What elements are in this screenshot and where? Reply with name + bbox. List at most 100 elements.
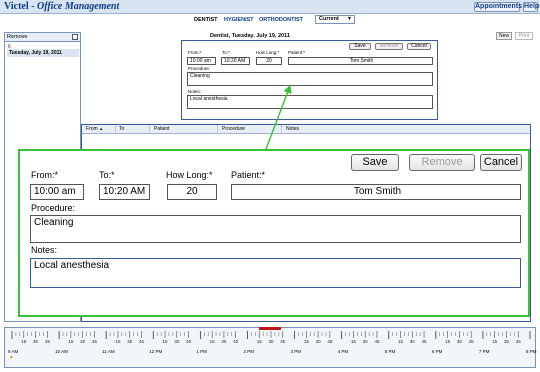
app-title: Victel - Office Management	[4, 1, 119, 12]
title-separator: -	[31, 1, 35, 12]
timeline-hour-label: 1 PM	[196, 349, 207, 354]
remove-date-button[interactable]: Remove	[7, 34, 27, 40]
column-header-notes[interactable]: Notes	[286, 126, 299, 132]
procedure-field-zoomed[interactable]: Cleaning	[30, 215, 521, 243]
timeline-hour-label: 2 PM	[243, 349, 254, 354]
appointments-button[interactable]: Appointments	[474, 2, 522, 12]
timeline-minute-label: 30	[127, 339, 133, 344]
procedure-label: Procedure:	[188, 66, 211, 71]
timeline-minute-label: 30	[268, 339, 274, 344]
patient-field[interactable]: Tom Smith	[288, 57, 433, 65]
timeline-minute-label: 15	[21, 339, 27, 344]
cancel-button-zoomed[interactable]: Cancel	[480, 154, 522, 171]
to-field[interactable]: 10:20 AM	[221, 57, 250, 65]
column-header-procedure[interactable]: Procedure	[222, 126, 245, 132]
appointment-form-small: Save Remove Cancel From:* To:* How Long:…	[181, 40, 438, 120]
timeline-minute-label: 30	[456, 339, 462, 344]
notes-field[interactable]: Local anesthesia	[187, 95, 433, 109]
tab-hygienist[interactable]: HYGIENIST	[224, 17, 254, 23]
from-field[interactable]: 10:00 am	[187, 57, 216, 65]
timeline-minute-label: 45	[91, 339, 97, 344]
timeline-minute-label: 15	[445, 339, 451, 344]
timeline-hour-label: 3 PM	[290, 349, 302, 354]
procedure-field[interactable]: Cleaning	[187, 72, 433, 86]
column-divider	[115, 125, 116, 134]
timeline-minute-label: 15	[68, 339, 74, 344]
tab-dentist[interactable]: DENTIST	[194, 17, 218, 23]
how-long-field-zoomed[interactable]: 20	[167, 184, 217, 200]
timeline-hour-label: 6 PM	[431, 349, 443, 354]
remove-button[interactable]: Remove	[375, 43, 403, 50]
timeline-hour-label: 5 PM	[384, 349, 396, 354]
timeline-minute-label: 30	[221, 339, 227, 344]
to-field-zoomed[interactable]: 10:20 AM	[99, 184, 150, 200]
help-button[interactable]: Help	[523, 2, 539, 12]
timeline-minute-label: 15	[303, 339, 309, 344]
timeline-minute-label: 45	[468, 339, 474, 344]
notes-field-zoomed[interactable]: Local anesthesia	[30, 258, 521, 288]
warning-triangle-icon: ▲	[9, 354, 14, 360]
timeline-minute-label: 15	[162, 339, 168, 344]
column-divider	[149, 125, 150, 134]
column-header-patient[interactable]: Patient	[154, 126, 170, 132]
timeline-minute-label: 30	[33, 339, 39, 344]
from-field-zoomed[interactable]: 10:00 am	[30, 184, 84, 200]
day-header: Dentist, Tuesday, July 19, 2011	[210, 33, 290, 39]
timeline-minute-label: 30	[315, 339, 321, 344]
timeline-minute-label: 15	[350, 339, 356, 344]
to-label: To:*	[222, 50, 230, 55]
patient-label-zoomed: Patient:*	[231, 170, 266, 180]
timeline-minute-label: 30	[409, 339, 415, 344]
selected-date-item[interactable]: Tuesday, July 19, 2011	[7, 49, 79, 57]
timeline-minute-label: 45	[44, 339, 50, 344]
calendar-icon[interactable]	[72, 34, 78, 40]
date-panel-header: Remove	[5, 33, 80, 42]
day-timeline[interactable]: 9 AM 15 30 45 10 AM 15 30 45 11 AM 15 30 45 12 PM 15 3…	[4, 327, 537, 368]
view-select-value: Current	[319, 16, 339, 22]
timeline-hour-label: 4 PM	[337, 349, 349, 354]
sort-ascending-icon: ▲	[99, 126, 104, 131]
print-button[interactable]: Print	[515, 32, 533, 40]
timeline-hour-label: 10 AM	[55, 349, 68, 354]
from-label: From:*	[188, 50, 202, 55]
timeline-hour-label: 11 AM	[102, 349, 115, 354]
save-button-zoomed[interactable]: Save	[351, 154, 399, 171]
timeline-hour-label: 7 PM	[478, 349, 490, 354]
timeline-minute-label: 30	[503, 339, 509, 344]
timeline-minute-label: 45	[515, 339, 521, 344]
to-label-zoomed: To:*	[99, 170, 115, 180]
cancel-button[interactable]: Cancel	[407, 43, 431, 50]
procedure-label-zoomed: Procedure:	[31, 203, 76, 213]
column-header-to[interactable]: To	[119, 126, 124, 132]
timeline-minute-label: 45	[186, 339, 192, 344]
timeline-minute-label: 45	[327, 339, 333, 344]
column-divider	[281, 125, 282, 134]
remove-button-zoomed[interactable]: Remove	[409, 154, 475, 171]
timeline-minute-label: 30	[362, 339, 368, 344]
timeline-hour-label: 8 PM	[526, 349, 537, 354]
timeline-ticks	[11, 331, 531, 339]
from-label-zoomed: From:*	[31, 170, 59, 180]
brand-name: Victel	[4, 1, 29, 12]
timeline-minute-label: 15	[256, 339, 262, 344]
timeline-minute-label: 15	[492, 339, 498, 344]
title-bar: Victel - Office Management Appointments …	[0, 0, 540, 14]
timeline-hour-label: 12 PM	[149, 349, 163, 354]
current-appointment-marker	[259, 327, 281, 330]
timeline-minute-label: 45	[280, 339, 286, 344]
timeline-minute-label: 15	[398, 339, 404, 344]
column-header-from[interactable]: From ▲	[86, 126, 103, 132]
timeline-minute-label: 30	[174, 339, 180, 344]
new-button[interactable]: New	[496, 32, 512, 40]
how-long-label: How Long:*	[256, 50, 280, 55]
table-header: From ▲ To Patient Procedure Notes	[82, 125, 530, 134]
tab-orthodontist[interactable]: ORTHODONTIST	[259, 17, 303, 23]
how-long-field[interactable]: 20	[256, 57, 282, 65]
appointment-form-zoomed: Save Remove Cancel From:* To:* How Long:…	[18, 149, 530, 317]
app-subtitle: Office Management	[36, 1, 120, 12]
timeline-minute-label: 15	[209, 339, 215, 344]
save-button[interactable]: Save	[349, 43, 371, 50]
patient-field-zoomed[interactable]: Tom Smith	[231, 184, 521, 200]
view-select[interactable]: Current ▼	[315, 15, 355, 24]
timeline-minute-label: 45	[139, 339, 145, 344]
